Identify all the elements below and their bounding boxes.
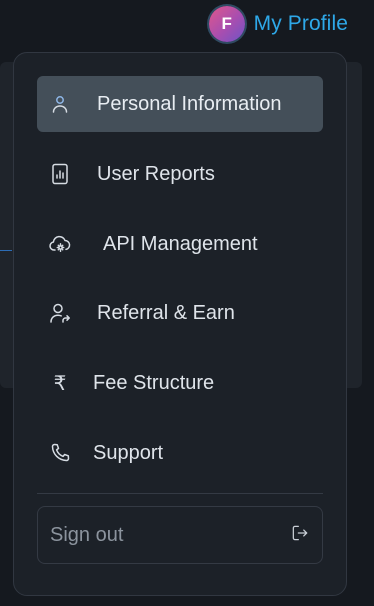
- report-icon: [47, 161, 73, 187]
- menu-item-label: User Reports: [97, 162, 215, 185]
- my-profile-button[interactable]: F My Profile: [208, 6, 348, 42]
- menu-item-user-reports[interactable]: User Reports: [37, 146, 323, 202]
- menu-item-fee-structure[interactable]: ₹ Fee Structure: [37, 355, 323, 411]
- top-bar: F My Profile: [0, 0, 374, 54]
- menu-item-referral-earn[interactable]: Referral & Earn: [37, 285, 323, 341]
- background-accent-line: [0, 250, 12, 251]
- menu-item-api-management[interactable]: API Management: [37, 216, 323, 272]
- sign-out-label: Sign out: [50, 523, 124, 546]
- menu-item-personal-information[interactable]: Personal Information: [37, 76, 323, 132]
- logout-icon: [290, 523, 310, 548]
- user-share-icon: [47, 300, 73, 326]
- cloud-settings-icon: [47, 231, 73, 257]
- menu-item-label: Personal Information: [97, 92, 282, 115]
- avatar-initial: F: [221, 14, 232, 33]
- menu-divider: [37, 493, 323, 494]
- menu-item-label: API Management: [103, 232, 258, 255]
- menu-item-support[interactable]: Support: [37, 425, 323, 481]
- menu-item-label: Support: [93, 441, 164, 464]
- sign-out-button[interactable]: Sign out: [37, 506, 323, 564]
- menu-item-label: Fee Structure: [93, 371, 215, 394]
- avatar[interactable]: F: [208, 6, 245, 42]
- user-icon: [47, 91, 73, 117]
- my-profile-label[interactable]: My Profile: [254, 12, 348, 36]
- rupee-icon: ₹: [53, 371, 67, 395]
- profile-dropdown-menu: Personal Information User Reports API Ma…: [13, 52, 347, 596]
- phone-icon: [47, 440, 73, 466]
- menu-item-label: Referral & Earn: [97, 301, 235, 324]
